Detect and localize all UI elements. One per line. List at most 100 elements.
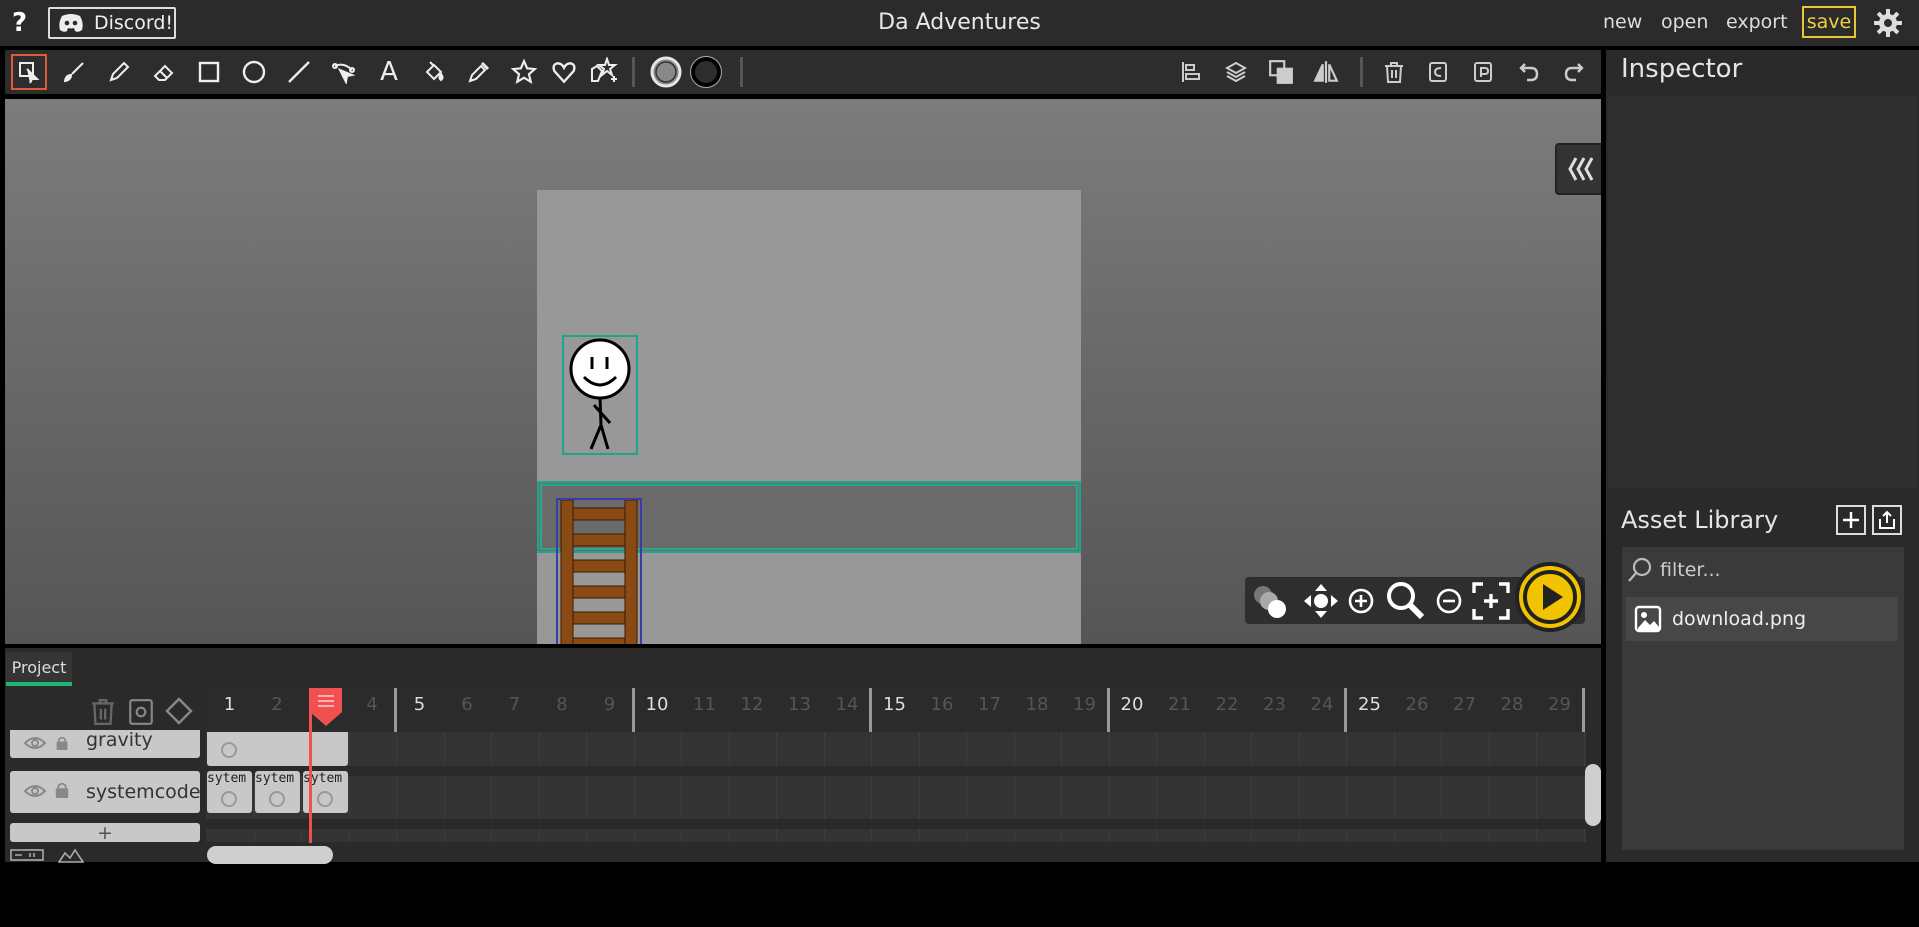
frame-number[interactable]: 16 xyxy=(919,694,966,715)
eye-icon[interactable] xyxy=(23,781,47,803)
paintbrush-icon[interactable] xyxy=(56,54,92,90)
save-button[interactable]: save xyxy=(1802,6,1856,38)
frame-ruler[interactable]: 1234567891011121314151617181920212223242… xyxy=(206,688,1586,732)
flip-icon[interactable] xyxy=(1308,54,1344,90)
keyframe-systemcode[interactable]: sytem xyxy=(207,771,252,813)
eraser-icon[interactable] xyxy=(146,54,182,90)
timeline-view-icon[interactable] xyxy=(10,846,44,868)
menu-export[interactable]: export xyxy=(1726,11,1788,33)
asset-item[interactable]: download.png xyxy=(1626,597,1898,641)
play-button[interactable] xyxy=(1515,562,1585,632)
timeline-grid[interactable] xyxy=(206,732,1586,842)
collapse-panel-button[interactable] xyxy=(1555,143,1601,195)
frame-number[interactable]: 17 xyxy=(966,694,1013,715)
frame-number[interactable]: 10 xyxy=(634,694,681,715)
frame-number[interactable]: 7 xyxy=(491,694,538,715)
eye-icon[interactable] xyxy=(23,733,47,755)
undo-icon[interactable] xyxy=(1511,54,1547,90)
tab-project[interactable]: Project xyxy=(6,652,72,686)
tween-icon[interactable] xyxy=(164,696,194,730)
playhead-handle[interactable] xyxy=(310,688,342,726)
frame-number[interactable]: 19 xyxy=(1061,694,1108,715)
lock-icon[interactable] xyxy=(54,733,70,755)
menu-open[interactable]: open xyxy=(1661,11,1708,33)
frame-number[interactable]: 24 xyxy=(1299,694,1346,715)
frame-number[interactable]: 29 xyxy=(1536,694,1583,715)
eyedropper-icon[interactable] xyxy=(461,54,497,90)
menu-new[interactable]: new xyxy=(1603,11,1642,33)
onion-skin-icon[interactable] xyxy=(1251,583,1293,623)
frame-number[interactable]: 14 xyxy=(824,694,871,715)
copy-icon[interactable] xyxy=(1421,54,1457,90)
stroke-color-swatch[interactable] xyxy=(688,54,724,90)
ladder-object[interactable] xyxy=(556,498,642,644)
inspector-body xyxy=(1608,96,1917,488)
player-stickman[interactable] xyxy=(562,335,638,455)
pan-icon[interactable] xyxy=(1303,583,1339,623)
frame-number[interactable]: 8 xyxy=(539,694,586,715)
fill-color-swatch[interactable] xyxy=(648,54,684,90)
frame-number[interactable]: 15 xyxy=(871,694,918,715)
layers-icon[interactable] xyxy=(1218,54,1254,90)
keyframe-systemcode[interactable]: sytem xyxy=(255,771,300,813)
magic-icon[interactable] xyxy=(586,54,622,90)
frame-number[interactable]: 6 xyxy=(444,694,491,715)
star-icon[interactable] xyxy=(506,54,542,90)
pencil-icon[interactable] xyxy=(101,54,137,90)
frame-number[interactable]: 13 xyxy=(776,694,823,715)
frame-number[interactable]: 2 xyxy=(254,694,301,715)
frame-number[interactable]: 20 xyxy=(1109,694,1156,715)
line-icon[interactable] xyxy=(281,54,317,90)
text-icon[interactable]: A xyxy=(371,54,407,90)
zoom-in-icon[interactable] xyxy=(1347,587,1375,619)
add-asset-button[interactable] xyxy=(1836,505,1866,535)
add-layer-button[interactable]: + xyxy=(10,822,200,844)
frame-number[interactable]: 9 xyxy=(586,694,633,715)
fit-screen-icon[interactable] xyxy=(1471,581,1511,625)
help-button[interactable]: ? xyxy=(12,8,27,38)
discord-label: Discord! xyxy=(94,12,174,34)
upload-asset-button[interactable] xyxy=(1872,505,1902,535)
zoom-out-icon[interactable] xyxy=(1435,587,1463,619)
delete-icon[interactable] xyxy=(1376,54,1412,90)
path-icon[interactable] xyxy=(326,54,362,90)
zoom-icon[interactable] xyxy=(1385,580,1425,624)
graph-view-icon[interactable] xyxy=(57,846,85,868)
toolbar: A xyxy=(5,50,1601,94)
frame-number[interactable]: 23 xyxy=(1251,694,1298,715)
frame-number[interactable]: 21 xyxy=(1156,694,1203,715)
frame-number[interactable]: 4 xyxy=(349,694,396,715)
layer-gravity[interactable]: gravity xyxy=(10,729,200,758)
timeline-vertical-scrollbar[interactable] xyxy=(1585,764,1601,826)
frame-number[interactable]: 1 xyxy=(206,694,253,715)
frame-number[interactable]: 28 xyxy=(1489,694,1536,715)
arrange-icon[interactable] xyxy=(1263,54,1299,90)
frame-number[interactable]: 26 xyxy=(1394,694,1441,715)
layer-systemcode[interactable]: systemcode xyxy=(10,771,201,813)
frame-number[interactable]: 25 xyxy=(1346,694,1393,715)
align-icon[interactable] xyxy=(1173,54,1209,90)
asset-filter-input[interactable] xyxy=(1658,552,1902,588)
bucket-icon[interactable] xyxy=(416,54,452,90)
paste-icon[interactable] xyxy=(1466,54,1502,90)
circle-icon[interactable] xyxy=(236,54,272,90)
delete-layer-icon[interactable] xyxy=(90,698,116,730)
asset-name: download.png xyxy=(1672,608,1807,630)
frame-number[interactable]: 22 xyxy=(1204,694,1251,715)
rectangle-icon[interactable] xyxy=(191,54,227,90)
select-icon[interactable] xyxy=(11,54,47,90)
frame-number[interactable]: 11 xyxy=(681,694,728,715)
frame-number[interactable]: 5 xyxy=(396,694,443,715)
frame-number[interactable]: 18 xyxy=(1014,694,1061,715)
lock-icon[interactable] xyxy=(54,781,70,803)
stage-canvas[interactable] xyxy=(5,99,1601,644)
heart-icon[interactable] xyxy=(546,54,582,90)
discord-button[interactable]: Discord! xyxy=(48,7,176,39)
frame-number[interactable]: 27 xyxy=(1441,694,1488,715)
timeline-horizontal-scrollbar[interactable] xyxy=(207,846,333,864)
keyframe-gravity[interactable] xyxy=(207,732,348,766)
gear-icon[interactable] xyxy=(1873,8,1903,42)
redo-icon[interactable] xyxy=(1556,54,1592,90)
frame-number[interactable]: 12 xyxy=(729,694,776,715)
keyframe-icon[interactable] xyxy=(128,698,154,730)
